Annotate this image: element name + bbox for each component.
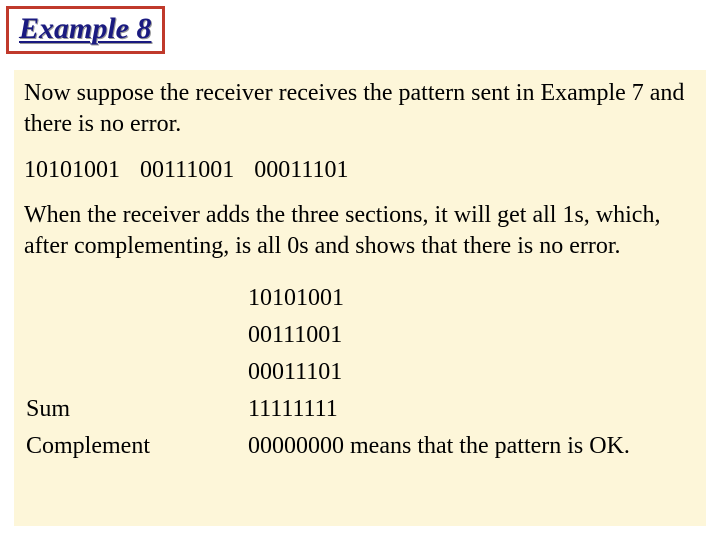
row-value: 11111111 xyxy=(248,391,630,428)
title-box: Example 8 xyxy=(6,6,165,54)
row-label xyxy=(26,354,248,391)
row-value: 00111001 xyxy=(248,317,630,354)
row-label xyxy=(26,280,248,317)
row-value: 00011101 xyxy=(248,354,630,391)
row-value: 00000000 means that the pattern is OK. xyxy=(248,428,630,465)
row-value: 10101001 xyxy=(248,280,630,317)
row-label: Sum xyxy=(26,391,248,428)
table-row: Sum 11111111 xyxy=(26,391,630,428)
calculation-table: 10101001 00111001 00011101 Sum 11111111 … xyxy=(26,280,630,466)
content-area: Now suppose the receiver receives the pa… xyxy=(14,70,706,526)
received-pattern: 10101001 00111001 00011101 xyxy=(24,155,696,186)
slide: Example 8 Now suppose the receiver recei… xyxy=(0,0,720,540)
row-label: Complement xyxy=(26,428,248,465)
table-row: 00011101 xyxy=(26,354,630,391)
intro-paragraph: Now suppose the receiver receives the pa… xyxy=(24,78,696,139)
table-row: 00111001 xyxy=(26,317,630,354)
row-label xyxy=(26,317,248,354)
page-title: Example 8 xyxy=(19,12,152,45)
table-row: 10101001 xyxy=(26,280,630,317)
table-row: Complement 00000000 means that the patte… xyxy=(26,428,630,465)
explanation-paragraph: When the receiver adds the three section… xyxy=(24,200,696,261)
